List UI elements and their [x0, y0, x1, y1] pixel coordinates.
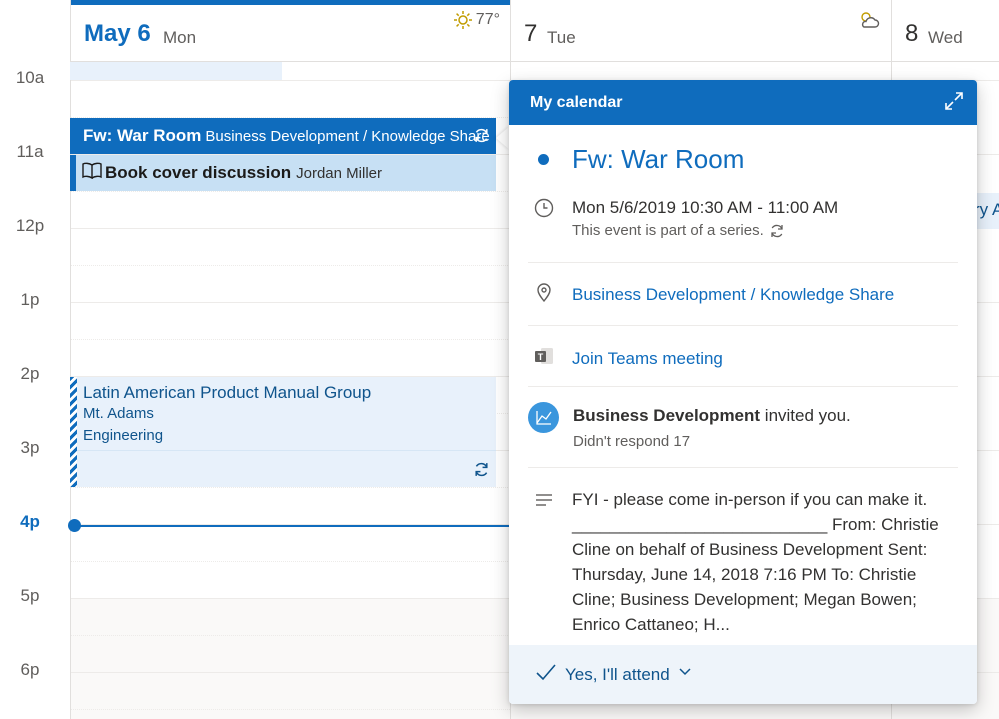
time-label-6p: 6p — [20, 660, 40, 679]
time-label-10a: 10a — [15, 68, 45, 87]
day-number: May 6 — [84, 20, 151, 47]
recurring-icon — [473, 461, 490, 483]
event-title: Fw: War Room — [83, 126, 202, 145]
time-label-4p-current: 4p — [20, 512, 40, 531]
day-header-wednesday[interactable]: 8 Wed — [892, 0, 999, 62]
day-number: 7 — [524, 20, 538, 47]
check-icon — [536, 664, 556, 681]
tentative-stripe — [70, 377, 77, 487]
section-divider — [528, 467, 958, 468]
event-category: Engineering — [83, 427, 164, 444]
organizer-avatar[interactable] — [528, 402, 559, 433]
rsvp-button[interactable]: Yes, I'll attend — [565, 665, 670, 685]
join-teams-link[interactable]: Join Teams meeting — [572, 349, 723, 369]
temperature: 77° — [475, 11, 500, 28]
svg-text:T: T — [538, 352, 544, 362]
time-label-3p: 3p — [20, 438, 40, 457]
off-hours-shading — [71, 598, 510, 719]
series-note-text: This event is part of a series. — [572, 222, 764, 239]
book-icon — [82, 162, 102, 184]
rsvp-bar[interactable]: Yes, I'll attend — [509, 645, 977, 704]
notes-icon — [536, 494, 552, 506]
time-gutter: 10a 11a 12p 1p 2p 3p 4p 5p 6p — [0, 0, 70, 719]
hour-line — [71, 598, 510, 599]
hour-line — [71, 302, 510, 303]
sun-icon — [453, 11, 472, 29]
half-hour-line — [71, 265, 510, 266]
popup-header: My calendar — [509, 80, 977, 125]
day-header-monday[interactable]: May 6 Mon 77° — [71, 0, 510, 62]
current-time-dot — [68, 519, 81, 532]
series-note: This event is part of a series. — [572, 222, 785, 239]
event-title: Latin American Product Manual Group — [83, 383, 372, 402]
chevron-down-icon[interactable] — [677, 663, 693, 679]
current-time-line — [75, 525, 511, 527]
event-organizer: Jordan Miller — [296, 164, 382, 182]
popup-caret — [496, 126, 510, 150]
teams-icon: T — [535, 348, 553, 364]
clock-icon — [534, 198, 554, 218]
event-date-time: Mon 5/6/2019 10:30 AM - 11:00 AM — [572, 198, 839, 217]
half-hour-divider — [77, 450, 496, 451]
event-body-preview: FYI - please come in-person if you can m… — [572, 490, 939, 634]
time-label-1p: 1p — [20, 290, 40, 309]
hour-line — [71, 672, 510, 673]
hour-line — [71, 80, 510, 81]
location-link[interactable]: Business Development / Knowledge Share — [572, 285, 894, 305]
day-number: 8 — [905, 20, 919, 47]
tentative-stripe — [70, 62, 76, 80]
weather-forecast[interactable]: 77° — [453, 10, 500, 30]
invite-text: invited you. — [760, 406, 851, 425]
time-label-12p: 12p — [15, 216, 45, 235]
day-of-week: Wed — [928, 28, 963, 47]
response-status: Didn't respond 17 — [573, 433, 691, 450]
time-label-11a: 11a — [16, 142, 44, 161]
location-pin-icon — [537, 283, 551, 302]
event-title: ry A — [974, 200, 999, 219]
event-title: Fw: War Room — [572, 144, 745, 174]
day-of-week: Tue — [547, 28, 576, 47]
day-column-monday[interactable]: May 6 Mon 77° — [70, 0, 510, 719]
event-location: Business Development / Knowledge Share — [205, 127, 490, 145]
day-of-week: Mon — [163, 28, 197, 47]
time-label-5p: 5p — [20, 586, 40, 605]
event-location: Mt. Adams — [83, 405, 154, 422]
section-divider — [528, 262, 958, 263]
expand-icon[interactable] — [943, 90, 965, 112]
section-divider — [528, 386, 958, 387]
calendar-event-book-cover[interactable]: Book cover discussion Jordan Miller — [70, 155, 496, 191]
time-label-2p: 2p — [20, 364, 40, 383]
day-header-tuesday[interactable]: 7 Tue — [511, 0, 891, 62]
organizer-invite: Business Development invited you. — [573, 406, 851, 426]
recurring-icon — [771, 224, 783, 237]
half-hour-line — [71, 561, 510, 562]
organizer-name[interactable]: Business Development — [573, 406, 760, 425]
calendar-event-war-room-selected[interactable]: Fw: War Room Business Development / Know… — [70, 118, 496, 154]
half-hour-line — [71, 191, 510, 192]
event-peek-popup: My calendar Fw: War Room Mon 5/6/2019 10… — [509, 80, 977, 704]
calendar-name: My calendar — [530, 94, 623, 111]
section-divider — [528, 325, 958, 326]
half-hour-line — [71, 487, 510, 488]
hour-line — [71, 228, 510, 229]
weather-forecast[interactable] — [857, 10, 881, 30]
calendar-event-latin-american[interactable]: Latin American Product Manual Group Mt. … — [70, 377, 496, 487]
half-hour-line — [71, 709, 510, 710]
recurring-icon — [473, 127, 490, 149]
calendar-color-dot — [538, 154, 549, 165]
event-title: Book cover discussion — [105, 163, 292, 182]
half-hour-line — [71, 635, 510, 636]
partly-cloudy-icon — [861, 12, 880, 28]
half-hour-line — [71, 339, 510, 340]
calendar-event-tentative[interactable] — [70, 62, 282, 80]
